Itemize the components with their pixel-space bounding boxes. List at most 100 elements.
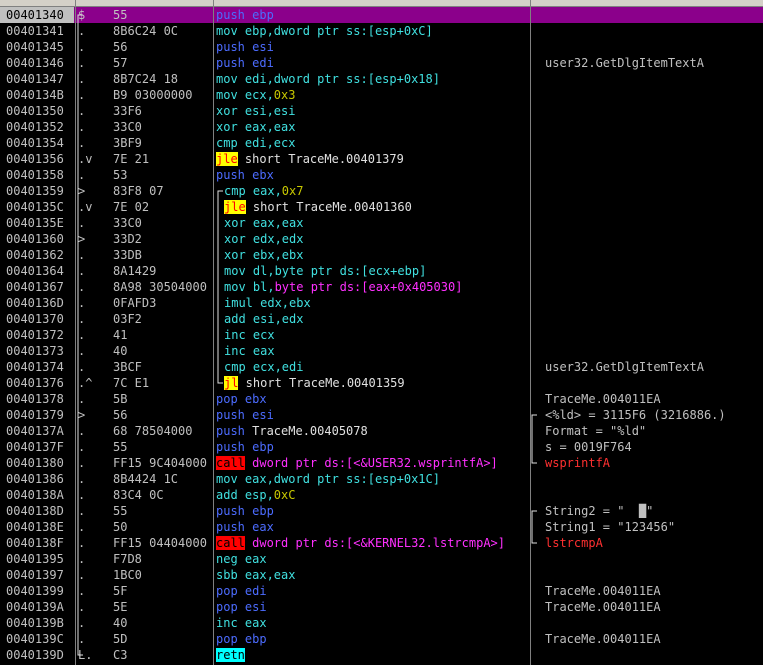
comment-cell[interactable] bbox=[545, 279, 763, 295]
code-row[interactable]: 0040139A. 5E pop esi TraceMe.004011EA bbox=[0, 599, 763, 615]
instruction-cell[interactable]: push ebp bbox=[216, 503, 528, 519]
hex-dump-cell[interactable]: 0FAFD3 bbox=[113, 295, 213, 311]
instruction-cell[interactable]: push eax bbox=[216, 519, 528, 535]
code-row[interactable]: 00401397. 1BC0 sbb eax,eax bbox=[0, 567, 763, 583]
code-row[interactable]: 0040138D. 55 push ebp String2 = " █" bbox=[0, 503, 763, 519]
hex-dump-cell[interactable]: 55 bbox=[113, 439, 213, 455]
hex-dump-cell[interactable]: 8B4424 1C bbox=[113, 471, 213, 487]
instruction-cell[interactable]: add esi,edx bbox=[224, 311, 528, 327]
code-row[interactable]: 00401373. 40 inc eax bbox=[0, 343, 763, 359]
instruction-cell[interactable]: mov dl,byte ptr ds:[ecx+ebp] bbox=[224, 263, 528, 279]
comment-cell[interactable]: TraceMe.004011EA bbox=[545, 631, 763, 647]
address-cell[interactable]: 0040139D bbox=[0, 647, 74, 663]
instruction-cell[interactable]: pop ebx bbox=[216, 391, 528, 407]
comment-cell[interactable] bbox=[545, 231, 763, 247]
instruction-cell[interactable]: jle short TraceMe.00401360 bbox=[224, 199, 528, 215]
instruction-cell[interactable]: xor eax,eax bbox=[216, 119, 528, 135]
address-cell[interactable]: 00401380 bbox=[0, 455, 74, 471]
comment-cell[interactable] bbox=[545, 215, 763, 231]
hex-dump-cell[interactable]: 55 bbox=[113, 503, 213, 519]
comment-cell[interactable]: user32.GetDlgItemTextA bbox=[545, 359, 763, 375]
comment-cell[interactable] bbox=[545, 119, 763, 135]
instruction-cell[interactable]: jle short TraceMe.00401379 bbox=[216, 151, 528, 167]
comment-cell[interactable] bbox=[545, 647, 763, 663]
code-row[interactable]: 00401341. 8B6C24 0C mov ebp,dword ptr ss:[… bbox=[0, 23, 763, 39]
code-row[interactable]: 00401399. 5F pop edi TraceMe.004011EA bbox=[0, 583, 763, 599]
hex-dump-cell[interactable]: 3BCF bbox=[113, 359, 213, 375]
instruction-cell[interactable]: xor ebx,ebx bbox=[224, 247, 528, 263]
hex-dump-cell[interactable]: 8B7C24 18 bbox=[113, 71, 213, 87]
instruction-cell[interactable]: retn bbox=[216, 647, 528, 663]
comment-cell[interactable] bbox=[545, 247, 763, 263]
address-cell[interactable]: 00401346 bbox=[0, 55, 74, 71]
comment-cell[interactable]: TraceMe.004011EA bbox=[545, 599, 763, 615]
hex-dump-cell[interactable]: 41 bbox=[113, 327, 213, 343]
code-row[interactable]: 00401372. 41 inc ecx bbox=[0, 327, 763, 343]
hex-dump-cell[interactable]: 56 bbox=[113, 407, 213, 423]
comment-cell[interactable] bbox=[545, 263, 763, 279]
code-row[interactable]: 0040138F. FF15 04404000 call dword ptr ds:… bbox=[0, 535, 763, 551]
comment-cell[interactable] bbox=[545, 487, 763, 503]
address-cell[interactable]: 00401340 bbox=[0, 7, 74, 23]
code-row[interactable]: 00401340 $55 push ebp bbox=[0, 7, 763, 23]
instruction-cell[interactable]: inc eax bbox=[224, 343, 528, 359]
comment-cell[interactable] bbox=[545, 343, 763, 359]
hex-dump-cell[interactable]: 56 bbox=[113, 39, 213, 55]
comment-cell[interactable]: <%ld> = 3115F6 (3216886.) bbox=[545, 407, 763, 423]
code-row[interactable]: 0040138A. 83C4 0C add esp,0xC bbox=[0, 487, 763, 503]
instruction-cell[interactable]: call dword ptr ds:[<&USER32.wsprintfA>] bbox=[216, 455, 528, 471]
code-row[interactable]: 00401370. 03F2 add esi,edx bbox=[0, 311, 763, 327]
comment-cell[interactable] bbox=[545, 71, 763, 87]
address-cell[interactable]: 00401358 bbox=[0, 167, 74, 183]
instruction-cell[interactable]: push edi bbox=[216, 55, 528, 71]
address-cell[interactable]: 0040139C bbox=[0, 631, 74, 647]
address-cell[interactable]: 00401347 bbox=[0, 71, 74, 87]
hex-dump-cell[interactable]: B9 03000000 bbox=[113, 87, 213, 103]
hex-dump-cell[interactable]: 33D2 bbox=[113, 231, 213, 247]
comment-cell[interactable]: user32.GetDlgItemTextA bbox=[545, 55, 763, 71]
code-row[interactable]: 00401362. 33DB xor ebx,ebx bbox=[0, 247, 763, 263]
instruction-cell[interactable]: xor edx,edx bbox=[224, 231, 528, 247]
code-row[interactable]: 00401352. 33C0 xor eax,eax bbox=[0, 119, 763, 135]
comment-cell[interactable]: TraceMe.004011EA bbox=[545, 391, 763, 407]
address-cell[interactable]: 0040138A bbox=[0, 487, 74, 503]
code-row[interactable]: 00401359 >83F8 07 cmp eax,0x7 bbox=[0, 183, 763, 199]
address-cell[interactable]: 00401341 bbox=[0, 23, 74, 39]
hex-dump-cell[interactable]: 7E 02 bbox=[113, 199, 213, 215]
instruction-cell[interactable]: push ebp bbox=[216, 439, 528, 455]
address-cell[interactable]: 00401376 bbox=[0, 375, 74, 391]
address-cell[interactable]: 00401359 bbox=[0, 183, 74, 199]
code-row[interactable]: 00401356 .v 7E 21 jle short TraceMe.0040137… bbox=[0, 151, 763, 167]
instruction-cell[interactable]: push esi bbox=[216, 407, 528, 423]
address-cell[interactable]: 00401367 bbox=[0, 279, 74, 295]
hex-dump-cell[interactable]: 53 bbox=[113, 167, 213, 183]
address-cell[interactable]: 00401373 bbox=[0, 343, 74, 359]
code-row[interactable]: 00401346. 57 push edi user32.GetDlgItemText… bbox=[0, 55, 763, 71]
address-cell[interactable]: 00401350 bbox=[0, 103, 74, 119]
address-cell[interactable]: 00401352 bbox=[0, 119, 74, 135]
instruction-cell[interactable]: mov bl,byte ptr ds:[eax+0x405030] bbox=[224, 279, 528, 295]
hex-dump-cell[interactable]: 33F6 bbox=[113, 103, 213, 119]
hex-dump-cell[interactable]: 5B bbox=[113, 391, 213, 407]
instruction-cell[interactable]: push TraceMe.00405078 bbox=[216, 423, 528, 439]
hex-dump-cell[interactable]: 57 bbox=[113, 55, 213, 71]
code-row[interactable]: 00401350. 33F6 xor esi,esi bbox=[0, 103, 763, 119]
hex-dump-cell[interactable]: 8A98 30504000 bbox=[113, 279, 213, 295]
code-row[interactable]: 0040135C .v 7E 02 jle short TraceMe.0040136… bbox=[0, 199, 763, 215]
code-row[interactable]: 00401345. 56 push esi bbox=[0, 39, 763, 55]
hex-dump-cell[interactable]: 33C0 bbox=[113, 119, 213, 135]
code-row[interactable]: 00401367. 8A98 30504000 mov bl,byte ptr ds… bbox=[0, 279, 763, 295]
instruction-cell[interactable]: neg eax bbox=[216, 551, 528, 567]
code-row[interactable]: 00401354. 3BF9 cmp edi,ecx bbox=[0, 135, 763, 151]
instruction-cell[interactable]: xor eax,eax bbox=[224, 215, 528, 231]
code-row[interactable]: 0040135E. 33C0 xor eax,eax bbox=[0, 215, 763, 231]
hex-dump-cell[interactable]: 40 bbox=[113, 343, 213, 359]
instruction-cell[interactable]: inc eax bbox=[216, 615, 528, 631]
instruction-cell[interactable]: mov eax,dword ptr ss:[esp+0x1C] bbox=[216, 471, 528, 487]
comment-cell[interactable]: lstrcmpA bbox=[545, 535, 763, 551]
instruction-cell[interactable]: inc ecx bbox=[224, 327, 528, 343]
address-cell[interactable]: 00401354 bbox=[0, 135, 74, 151]
comment-cell[interactable] bbox=[545, 39, 763, 55]
hex-dump-cell[interactable]: 5D bbox=[113, 631, 213, 647]
hex-dump-cell[interactable]: 83F8 07 bbox=[113, 183, 213, 199]
